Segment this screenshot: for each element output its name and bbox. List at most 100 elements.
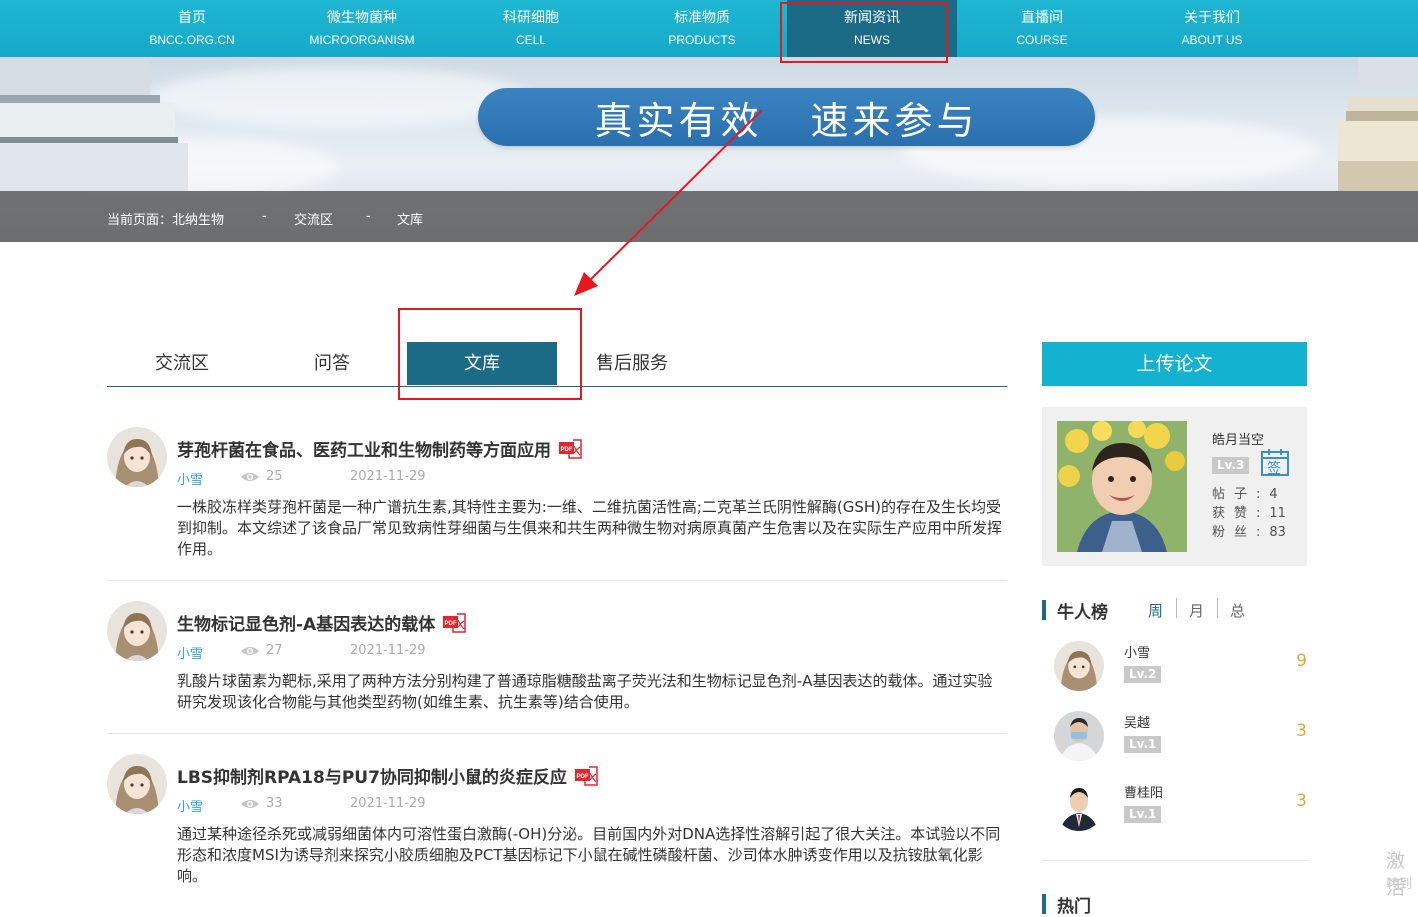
nav-label-en: NEWS [854, 33, 890, 47]
ranking-header: 牛人榜 周 月 总 [1042, 598, 1307, 623]
os-activation-watermark-sub: 转到 [1386, 877, 1413, 892]
stat-posts: 帖子:4 [1212, 483, 1278, 502]
tab-after-sales[interactable]: 售后服务 [557, 342, 707, 385]
section-tabs: 交流区 问答 文库 售后服务 [107, 342, 1007, 387]
nav-item-news[interactable]: 新闻资讯 NEWS [787, 0, 957, 57]
ranking-avatar[interactable] [1054, 641, 1104, 691]
article-title[interactable]: 芽孢杆菌在食品、医药工业和生物制药等方面应用 [177, 441, 551, 461]
ranking-level-badge: Lv.1 [1124, 806, 1162, 823]
author-avatar[interactable] [107, 754, 167, 814]
slogan-right: 速来参与 [810, 98, 979, 143]
nav-item-course[interactable]: 直播间 COURSE [957, 0, 1127, 57]
ranking-item[interactable]: 小雪 Lv.2 9 [1042, 641, 1307, 701]
nav-item-products[interactable]: 标准物质 PRODUCTS [617, 0, 787, 57]
profile-photo[interactable] [1057, 421, 1187, 552]
hot-header: 热门 [1042, 892, 1307, 917]
article-views: 25 [266, 469, 283, 484]
article-item: 芽孢杆菌在食品、医药工业和生物制药等方面应用 PDF 小雪 25 2021-11-… [107, 427, 1007, 567]
tab-library[interactable]: 文库 [407, 342, 557, 385]
tab-qa[interactable]: 问答 [257, 342, 407, 385]
nav-label-cn: 新闻资讯 [844, 10, 900, 26]
article-title-row[interactable]: 芽孢杆菌在食品、医药工业和生物制药等方面应用 PDF [177, 436, 583, 462]
author-avatar[interactable] [107, 601, 167, 661]
ranking-avatar[interactable] [1054, 781, 1104, 831]
article-title[interactable]: LBS抑制剂RPA18与PU7协同抑制小鼠的炎症反应 [177, 768, 567, 788]
pdf-icon: PDF [443, 613, 466, 633]
nav-label-en: MICROORGANISM [309, 33, 415, 47]
article-author[interactable]: 小雪 [177, 796, 203, 815]
nav-item-microorganism[interactable]: 微生物菌种 MICROORGANISM [277, 0, 447, 57]
top-nav: 首页 BNCC.ORG.CN 微生物菌种 MICROORGANISM 科研细胞 … [0, 0, 1418, 57]
svg-text:PDF: PDF [561, 447, 573, 453]
ranking-score: 9 [1296, 651, 1307, 671]
breadcrumb-separator: - [262, 209, 267, 224]
nav-item-about[interactable]: 关于我们 ABOUT US [1127, 0, 1297, 57]
article-date: 2021-11-29 [350, 469, 426, 484]
ranking-tab-separator [1176, 598, 1177, 618]
article-item: 生物标记显色剂-A基因表达的载体 PDF 小雪 27 2021-11-29 乳酸片… [107, 601, 1007, 721]
breadcrumb-item-community[interactable]: 交流区 [294, 209, 333, 228]
books-left-illustration [0, 59, 188, 191]
nav-item-home[interactable]: 首页 BNCC.ORG.CN [107, 0, 277, 57]
ranking-level-badge: Lv.1 [1124, 736, 1162, 753]
ranking-item[interactable]: 吴越 Lv.1 3 [1042, 711, 1307, 771]
sidebar-divider [1042, 860, 1307, 861]
hot-title: 热门 [1057, 897, 1091, 917]
article-divider [107, 580, 1007, 581]
stat-posts-label: 帖子: [1212, 487, 1270, 502]
eye-icon [241, 647, 259, 655]
stat-fans-value: 83 [1269, 525, 1286, 540]
sign-in-button[interactable]: 签 [1260, 447, 1290, 477]
user-profile-card: 皓月当空 Lv.3 签 帖子:4 获赞:11 粉丝:83 [1042, 407, 1307, 566]
article-meta: 小雪 27 2021-11-29 [177, 643, 577, 662]
stat-likes-label: 获赞: [1212, 506, 1270, 521]
nav-label-en: BNCC.ORG.CN [149, 33, 235, 47]
article-title-row[interactable]: LBS抑制剂RPA18与PU7协同抑制小鼠的炎症反应 PDF [177, 763, 599, 789]
stat-posts-value: 4 [1269, 487, 1278, 502]
ranking-title: 牛人榜 [1057, 603, 1108, 623]
pdf-icon: PDF [574, 766, 598, 786]
author-avatar[interactable] [107, 427, 167, 487]
books-right-illustration [1338, 57, 1418, 191]
article-item: LBS抑制剂RPA18与PU7协同抑制小鼠的炎症反应 PDF 小雪 33 2021… [107, 754, 1007, 894]
tab-community[interactable]: 交流区 [107, 342, 257, 385]
article-author[interactable]: 小雪 [177, 643, 203, 662]
article-views: 27 [266, 643, 283, 658]
breadcrumb-separator: - [366, 209, 371, 224]
ranking-tab-month[interactable]: 月 [1189, 600, 1204, 621]
annotation-arrow-icon [574, 109, 763, 296]
cloud-decoration [150, 67, 530, 127]
ranking-item[interactable]: 曹桂阳 Lv.1 3 [1042, 781, 1307, 841]
ranking-tab-total[interactable]: 总 [1230, 600, 1245, 621]
article-summary: 乳酸片球菌素为靶标,采用了两种方法分别构建了普通琼脂糖酸盐离子荧光法和生物标记显… [177, 672, 993, 711]
article-date: 2021-11-29 [350, 796, 426, 811]
pdf-icon: PDF [559, 439, 582, 459]
nav-label-en: PRODUCTS [668, 33, 736, 47]
ranking-tab-week[interactable]: 周 [1148, 600, 1163, 621]
eye-icon [241, 800, 259, 808]
ranking-avatar[interactable] [1054, 711, 1104, 761]
breadcrumb-prefix: 当前页面：北纳生物 [107, 213, 225, 228]
nav-item-cell[interactable]: 科研细胞 CELL [446, 0, 616, 57]
article-title[interactable]: 生物标记显色剂-A基因表达的载体 [177, 615, 435, 635]
article-meta: 小雪 25 2021-11-29 [177, 469, 577, 488]
stat-fans-label: 粉丝: [1212, 525, 1270, 540]
article-date: 2021-11-29 [350, 643, 426, 658]
nav-label-cn: 标准物质 [674, 10, 730, 26]
article-summary: 一株胶冻样类芽孢杆菌是一种广谱抗生素,其特性主要为:一维、二维抗菌活性高;二克革… [177, 498, 1003, 558]
breadcrumb-item-library[interactable]: 文库 [397, 209, 423, 228]
profile-username[interactable]: 皓月当空 [1212, 429, 1264, 448]
article-author[interactable]: 小雪 [177, 469, 203, 488]
upload-paper-button[interactable]: 上传论文 [1042, 342, 1307, 386]
stat-fans: 粉丝:83 [1212, 521, 1286, 540]
stat-likes-value: 11 [1269, 506, 1286, 521]
article-divider [107, 733, 1007, 734]
article-summary: 通过某种途径杀死或减弱细菌体内可溶性蛋白激酶(-OH)分泌。目前国内外对DNA选… [177, 825, 1001, 885]
ranking-name[interactable]: 小雪 [1124, 642, 1150, 661]
sign-label: 签 [1267, 461, 1281, 477]
article-title-row[interactable]: 生物标记显色剂-A基因表达的载体 PDF [177, 610, 467, 636]
ranking-name[interactable]: 吴越 [1124, 712, 1150, 731]
article-views: 33 [266, 796, 283, 811]
nav-label-en: COURSE [1016, 33, 1068, 47]
ranking-name[interactable]: 曹桂阳 [1124, 782, 1163, 801]
